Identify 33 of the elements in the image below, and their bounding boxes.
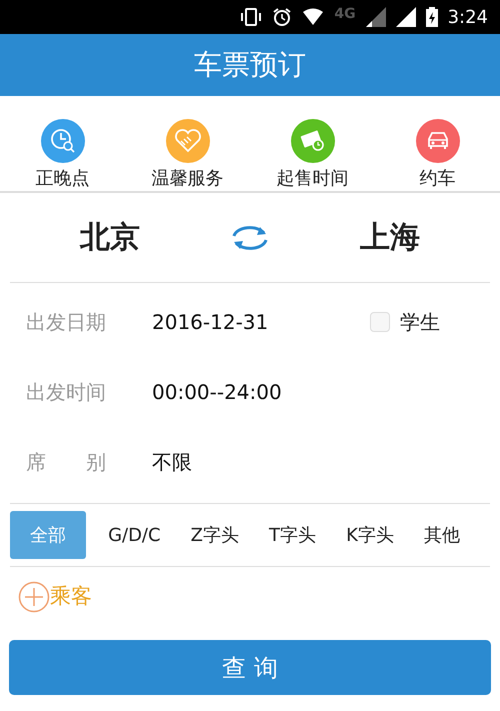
wifi-icon [302, 8, 324, 26]
shortcut-label[interactable]: 约车 [420, 167, 456, 191]
car-icon[interactable] [416, 119, 460, 163]
field-value[interactable]: 不限 [152, 447, 192, 477]
ticket-icon[interactable] [290, 119, 334, 163]
student-label[interactable]: 学生 [400, 307, 440, 337]
arrival-station[interactable]: 上海 [360, 215, 420, 260]
shortcut-label[interactable]: 温馨服务 [152, 167, 224, 191]
train-type-tab[interactable]: G/D/C [100, 511, 169, 559]
field-label: 席 别 [26, 449, 107, 476]
search-button[interactable]: 查 询 [9, 640, 491, 695]
signal-icon [396, 7, 416, 27]
field-label: 出发日期 [26, 309, 107, 336]
train-type-tab[interactable]: 其他 [416, 511, 468, 559]
field-value[interactable]: 00:00--24:00 [152, 377, 282, 407]
shortcut-label[interactable]: 正晚点 [36, 167, 90, 191]
shortcut-label[interactable]: 起售时间 [276, 167, 348, 191]
train-type-tab[interactable]: T字头 [261, 511, 324, 559]
field-value[interactable]: 2016-12-31 [152, 307, 268, 337]
page-title: 车票预订 [194, 47, 306, 83]
battery-icon [426, 7, 438, 27]
departure-station[interactable]: 北京 [80, 215, 140, 260]
network-label: 4G [334, 4, 356, 24]
vibrate-icon [240, 8, 262, 26]
plus-icon [18, 581, 50, 613]
train-type-tab[interactable]: K字头 [338, 511, 402, 559]
train-type-tab[interactable]: Z字头 [182, 511, 247, 559]
field-label: 出发时间 [26, 379, 107, 406]
student-checkbox[interactable] [370, 312, 390, 332]
alarm-icon [272, 7, 292, 27]
signal-icon [366, 7, 386, 27]
status-time: 3:24 [448, 6, 488, 30]
clock-icon[interactable] [40, 119, 84, 163]
